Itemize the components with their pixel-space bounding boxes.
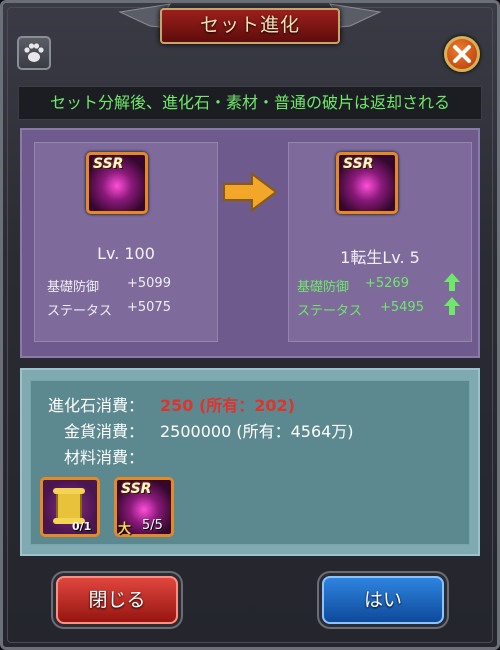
current-stat-defense-label: 基礎防御 bbox=[47, 280, 100, 295]
evolved-stat-status-label: ステータス bbox=[297, 304, 363, 319]
stone-cost-label: 進化石消費： bbox=[48, 396, 145, 415]
evolved-item-icon[interactable]: SSR bbox=[336, 152, 398, 214]
stone-cost-value: 250 (所有：202) bbox=[160, 396, 295, 415]
dialog-title: セット進化 bbox=[199, 14, 300, 36]
current-stat-status-value: +5075 bbox=[127, 300, 171, 315]
close-button[interactable]: 閉じる bbox=[56, 576, 178, 624]
arrow-right-icon bbox=[223, 172, 278, 212]
evolved-level: 1転生Lv. 5 bbox=[340, 248, 420, 267]
evolved-stat-defense-value: +5269 bbox=[365, 276, 409, 291]
current-stat-status-label: ステータス bbox=[47, 304, 113, 319]
rarity-badge: SSR bbox=[121, 481, 152, 497]
close-icon bbox=[453, 45, 471, 63]
paw-button[interactable] bbox=[17, 36, 51, 70]
paw-icon bbox=[24, 43, 44, 62]
evolved-stat-defense-label: 基礎防御 bbox=[297, 280, 350, 295]
notice-text: セット分解後、進化石・素材・普通の破片は返却される bbox=[49, 93, 450, 112]
rarity-badge: SSR bbox=[343, 156, 374, 172]
material-ssr-count: 5/5 bbox=[142, 518, 163, 533]
up-arrow-icon bbox=[444, 297, 460, 315]
rarity-badge: SSR bbox=[93, 156, 124, 172]
material-scroll-count: 0/1 bbox=[72, 520, 92, 533]
gold-cost-label: 金貨消費： bbox=[64, 422, 145, 441]
material-size-badge: 大 bbox=[118, 522, 132, 537]
up-arrow-icon bbox=[444, 273, 460, 291]
current-item-icon[interactable]: SSR bbox=[86, 152, 148, 214]
gold-cost-value: 2500000 (所有：4564万) bbox=[160, 422, 354, 441]
close-x-button[interactable] bbox=[444, 36, 480, 72]
current-stat-defense-value: +5099 bbox=[127, 276, 171, 291]
material-cost-label: 材料消費： bbox=[64, 448, 145, 467]
evolved-stat-status-value: +5495 bbox=[380, 300, 424, 315]
current-level: Lv. 100 bbox=[97, 244, 155, 263]
confirm-button[interactable]: はい bbox=[322, 576, 444, 624]
